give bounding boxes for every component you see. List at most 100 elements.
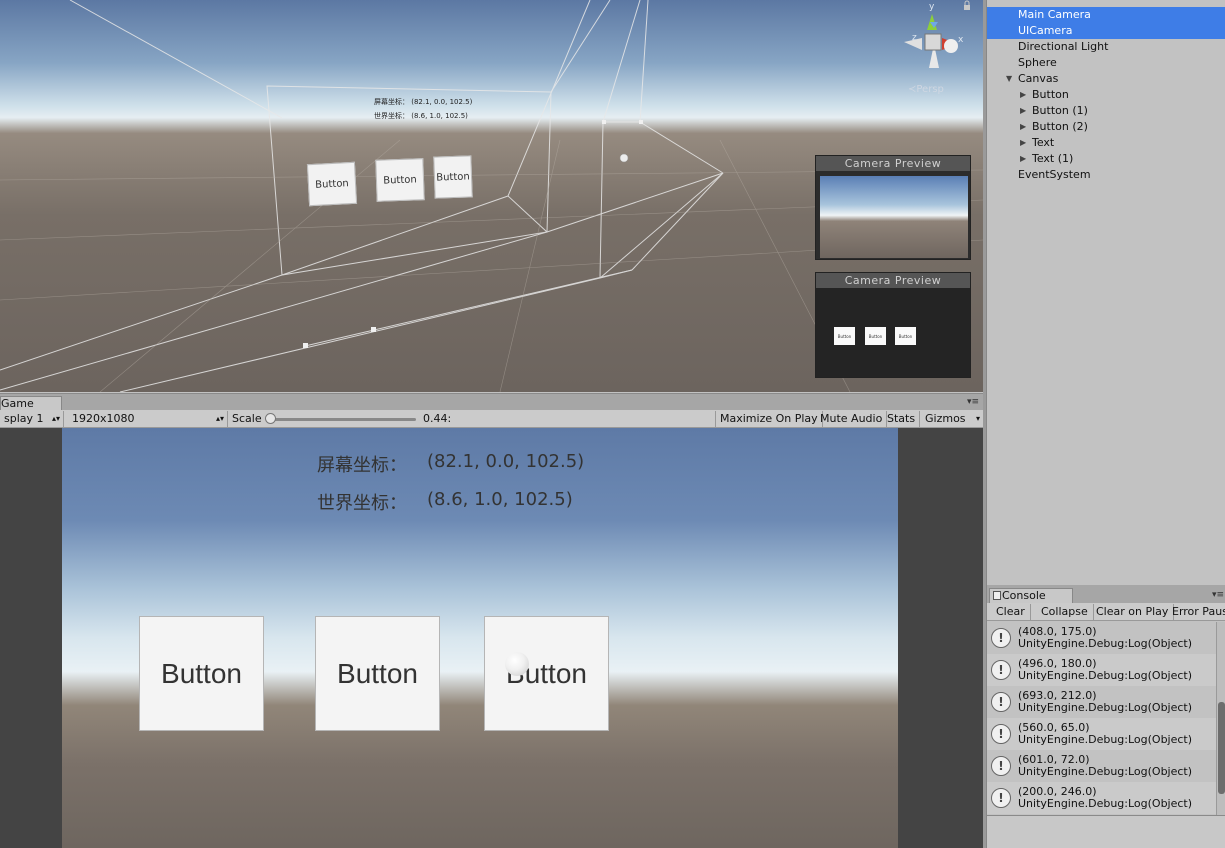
log-info-icon: !: [991, 724, 1011, 744]
svg-text:z: z: [912, 33, 917, 43]
hierarchy-item-label: Canvas: [1018, 72, 1059, 85]
log-info-icon: !: [991, 788, 1011, 808]
hierarchy-item-uicamera[interactable]: UICamera: [987, 23, 1225, 39]
display-dropdown[interactable]: splay 1 ▴▾: [0, 411, 64, 427]
hierarchy-item-text-1[interactable]: ▶ Text (1): [987, 151, 1225, 167]
scale-value: 0.44:: [423, 412, 452, 425]
log-stack: UnityEngine.Debug:Log(Object): [1018, 765, 1193, 778]
console-log-list: ! (408.0, 175.0) UnityEngine.Debug:Log(Obj…: [987, 622, 1216, 815]
game-button-1[interactable]: Button: [139, 616, 264, 731]
screen-coord-label: 屏幕坐标：: [317, 455, 407, 476]
resolution-value: 1920x1080: [72, 412, 135, 425]
hierarchy-item-button-2[interactable]: ▶ Button (2): [987, 119, 1225, 135]
clear-button[interactable]: Clear: [991, 604, 1031, 620]
game-tab-bar: Game ▾≡: [0, 393, 983, 411]
game-button-2[interactable]: Button: [315, 616, 440, 731]
console-scrollbar-thumb[interactable]: [1218, 702, 1225, 794]
gizmos-dropdown[interactable]: Gizmos ▾: [921, 411, 983, 427]
tab-console[interactable]: Console: [989, 588, 1073, 603]
scene-view[interactable]: 屏幕坐标： (82.1, 0.0, 102.5) 世界坐标： (8.6, 1.0…: [0, 0, 983, 392]
world-coord-label: 世界坐标：: [317, 493, 407, 514]
panel-menu-icon[interactable]: ▾≡: [1212, 590, 1224, 600]
hierarchy-item-label: Sphere: [1018, 56, 1057, 69]
dropdown-arrow-icon: ▴▾: [215, 414, 224, 423]
panel-menu-icon[interactable]: ▾≡: [967, 397, 979, 407]
console-panel: Console ▾≡ Clear Collapse Clear on Play …: [986, 585, 1225, 848]
game-toolbar: splay 1 ▴▾ 1920x1080 ▴▾ Scale 0.44: Maximi…: [0, 410, 983, 428]
hierarchy-item-canvas[interactable]: ▼ Canvas: [987, 71, 1225, 87]
svg-text:x: x: [958, 35, 964, 45]
gizmo-y-label: y: [929, 2, 935, 12]
resolution-dropdown[interactable]: 1920x1080 ▴▾: [68, 411, 228, 427]
gizmos-label: Gizmos: [925, 412, 966, 425]
hierarchy-item-label: Text (1): [1032, 152, 1074, 165]
scene-button-2[interactable]: Button: [375, 158, 425, 202]
log-stack: UnityEngine.Debug:Log(Object): [1018, 701, 1193, 714]
dropdown-arrow-icon: ▴▾: [51, 414, 60, 423]
log-stack: UnityEngine.Debug:Log(Object): [1018, 637, 1193, 650]
display-value: splay 1: [4, 412, 44, 425]
game-button-3[interactable]: Button: [484, 616, 609, 731]
collapse-triangle-icon[interactable]: ▶: [1020, 151, 1026, 167]
hierarchy-item-text[interactable]: ▶ Text: [987, 135, 1225, 151]
camera-preview-main: Camera Preview: [815, 155, 971, 260]
tab-game[interactable]: Game: [0, 396, 62, 411]
camera-preview-ui: Camera Preview Button Button Button: [815, 272, 971, 378]
collapse-triangle-icon[interactable]: ▶: [1020, 135, 1026, 151]
lock-icon[interactable]: [962, 0, 972, 10]
log-entry[interactable]: ! (693.0, 212.0) UnityEngine.Debug:Log(Obj…: [987, 686, 1216, 718]
hierarchy-item-sphere[interactable]: Sphere: [987, 55, 1225, 71]
game-render: 屏幕坐标： (82.1, 0.0, 102.5) 世界坐标： (8.6, 1.0…: [62, 428, 898, 848]
collapse-triangle-icon[interactable]: ▶: [1020, 87, 1026, 103]
maximize-on-play-toggle[interactable]: Maximize On Play: [716, 411, 823, 427]
collapse-triangle-icon[interactable]: ▶: [1020, 119, 1026, 135]
camera-preview-title: Camera Preview: [816, 156, 970, 171]
log-info-icon: !: [991, 660, 1011, 680]
console-detail-area: [987, 815, 1225, 848]
console-icon: [993, 591, 1001, 600]
hierarchy-item-label: Main Camera: [1018, 8, 1091, 21]
clear-on-play-button[interactable]: Clear on Play: [1091, 604, 1175, 620]
camera-preview-image: [820, 176, 968, 258]
scale-slider-track[interactable]: [270, 418, 416, 421]
scene-orientation-gizmo-icon[interactable]: y z x: [898, 0, 968, 80]
log-entry[interactable]: ! (560.0, 65.0) UnityEngine.Debug:Log(Obje…: [987, 718, 1216, 750]
log-stack: UnityEngine.Debug:Log(Object): [1018, 797, 1193, 810]
sphere-object[interactable]: [505, 652, 529, 676]
console-tab-bar: Console ▾≡: [987, 585, 1225, 603]
error-pause-button[interactable]: Error Paus: [1167, 604, 1225, 620]
hierarchy-item-label: Button (1): [1032, 104, 1088, 117]
hierarchy-item-main-camera[interactable]: Main Camera: [987, 7, 1225, 23]
camera-preview-title: Camera Preview: [816, 273, 970, 288]
collapse-triangle-icon[interactable]: ▶: [1020, 103, 1026, 119]
scene-button-3[interactable]: Button: [433, 155, 473, 199]
hierarchy-item-label: Button (2): [1032, 120, 1088, 133]
log-entry[interactable]: ! (200.0, 246.0) UnityEngine.Debug:Log(Obj…: [987, 782, 1216, 814]
log-info-icon: !: [991, 692, 1011, 712]
log-entry[interactable]: ! (601.0, 72.0) UnityEngine.Debug:Log(Obje…: [987, 750, 1216, 782]
persp-label[interactable]: ≺Persp: [908, 84, 944, 95]
hierarchy-item-eventsystem[interactable]: EventSystem: [987, 167, 1225, 183]
log-info-icon: !: [991, 756, 1011, 776]
preview-button: Button: [895, 327, 916, 345]
scene-button-1[interactable]: Button: [306, 161, 358, 207]
expand-triangle-icon[interactable]: ▼: [1006, 71, 1012, 87]
log-entry[interactable]: ! (408.0, 175.0) UnityEngine.Debug:Log(Obj…: [987, 622, 1216, 654]
hierarchy-item-directional-light[interactable]: Directional Light: [987, 39, 1225, 55]
collapse-button[interactable]: Collapse: [1036, 604, 1094, 620]
log-entry[interactable]: ! (496.0, 180.0) UnityEngine.Debug:Log(Obj…: [987, 654, 1216, 686]
hierarchy-item-label: UICamera: [1018, 24, 1073, 37]
log-info-icon: !: [991, 628, 1011, 648]
console-toolbar: Clear Collapse Clear on Play Error Paus: [987, 603, 1225, 621]
stats-toggle[interactable]: Stats: [883, 411, 921, 427]
hierarchy-item-label: Directional Light: [1018, 40, 1109, 53]
game-viewport: 屏幕坐标： (82.1, 0.0, 102.5) 世界坐标： (8.6, 1.0…: [0, 428, 983, 848]
mute-audio-toggle[interactable]: Mute Audio: [816, 411, 888, 427]
hierarchy-item-label: Button: [1032, 88, 1069, 101]
hierarchy-item-button[interactable]: ▶ Button: [987, 87, 1225, 103]
world-coord-value: (8.6, 1.0, 102.5): [427, 489, 573, 510]
scale-slider-handle[interactable]: [265, 413, 276, 424]
hierarchy-item-button-1[interactable]: ▶ Button (1): [987, 103, 1225, 119]
console-scrollbar[interactable]: [1216, 622, 1225, 815]
log-stack: UnityEngine.Debug:Log(Object): [1018, 669, 1193, 682]
